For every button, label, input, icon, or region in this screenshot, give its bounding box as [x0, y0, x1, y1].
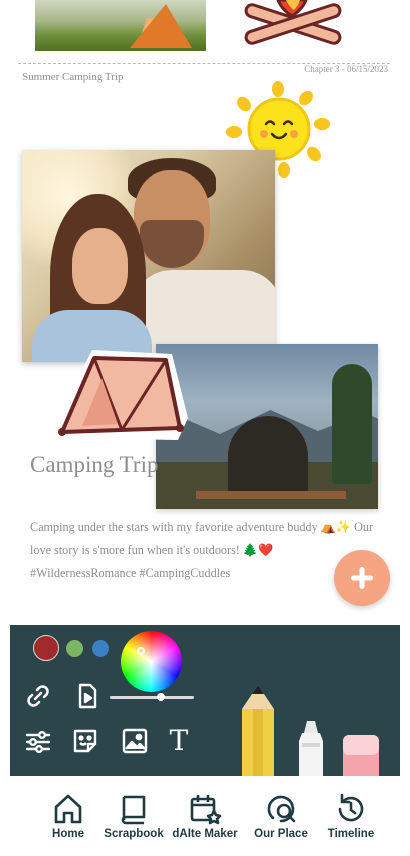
nav-home-label: Home: [52, 828, 84, 840]
link-tool[interactable]: [23, 681, 53, 711]
color-swatch-blue[interactable]: [92, 640, 109, 657]
nav-timeline[interactable]: Timeline: [311, 792, 391, 840]
home-icon: [54, 794, 82, 824]
color-swatch-red[interactable]: [33, 635, 59, 661]
video-file-icon: [78, 683, 97, 709]
color-swatch-green[interactable]: [66, 640, 83, 657]
nav-timeline-label: Timeline: [327, 828, 375, 840]
nav-our-place[interactable]: Our Place: [241, 792, 321, 840]
nav-our-place-label: Our Place: [254, 828, 308, 840]
section-title: Camping Trip: [30, 452, 159, 477]
sliders-icon: [25, 730, 51, 754]
campfire-sticker[interactable]: [240, 0, 346, 48]
eraser-icon[interactable]: [342, 733, 380, 776]
image-icon: [122, 728, 148, 754]
nav-date-maker-label: dAIte Maker: [172, 828, 238, 840]
drawing-toolbar: T: [10, 625, 400, 776]
add-button[interactable]: [334, 550, 390, 606]
marker-icon[interactable]: [296, 721, 326, 776]
brush-size-slider[interactable]: [110, 693, 194, 701]
plus-icon: [351, 567, 373, 589]
video-tool[interactable]: [72, 681, 102, 711]
bottom-navigation: Home Scrapbook dAIte Maker Our Place Tim…: [0, 776, 410, 856]
scrapbook-page: Chapter 3 - 06/15/2023 Summer Camping Tr…: [0, 0, 410, 625]
nav-scrapbook-label: Scrapbook: [104, 828, 164, 840]
history-icon: [338, 793, 364, 822]
pencil-icon[interactable]: [240, 685, 276, 776]
nav-date-maker[interactable]: dAIte Maker: [165, 792, 245, 840]
entry-caption: Camping under the stars with my favorite…: [30, 520, 374, 580]
chapter-label: Chapter 3 - 06/15/2023: [304, 64, 388, 74]
tent-sticker[interactable]: [52, 348, 190, 444]
image-tool[interactable]: [120, 726, 150, 756]
sticker-icon: [73, 729, 97, 753]
book-icon: [121, 795, 146, 825]
sticker-tool[interactable]: [70, 726, 100, 756]
nav-scrapbook[interactable]: Scrapbook: [94, 792, 174, 840]
text-icon[interactable]: T: [164, 726, 194, 756]
brush-size-handle[interactable]: [157, 693, 166, 701]
couple-photo[interactable]: [22, 150, 275, 362]
camping-photo-top[interactable]: [35, 0, 206, 51]
color-wheel[interactable]: [121, 631, 182, 692]
album-title: Summer Camping Trip: [22, 71, 124, 83]
adjust-tool[interactable]: [23, 727, 53, 757]
calendar-icon: [190, 795, 222, 825]
map-search-icon: [267, 795, 296, 823]
color-wheel-handle[interactable]: [137, 647, 145, 655]
link-icon: [27, 685, 49, 707]
